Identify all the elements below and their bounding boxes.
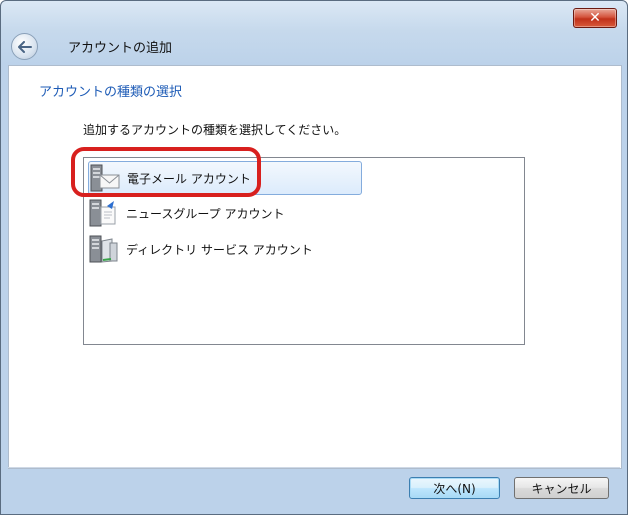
back-button[interactable] [11,33,38,60]
list-item-newsgroup-account[interactable]: ニュースグループ アカウント [88,197,285,229]
highlight-ring [71,147,261,197]
dialog-title: アカウントの追加 [68,41,173,56]
next-button[interactable]: 次へ(N) [409,477,500,499]
add-account-dialog: ✕ アカウントの追加 アカウントの種類の選択 追加するアカウントの種類を選択して… [0,0,628,515]
close-button[interactable]: ✕ [573,8,617,28]
close-icon[interactable]: ✕ [574,9,616,27]
newsgroup-account-icon [89,199,116,227]
section-title: アカウントの種類の選択 [39,85,183,100]
cancel-button[interactable]: キャンセル [514,477,609,499]
instruction-text: 追加するアカウントの種類を選択してください。 [83,123,347,137]
footer-divider [8,467,620,468]
directory-service-account-icon [89,235,118,263]
list-item-label: ニュースグループ アカウント [126,206,285,221]
list-item-directory-service-account[interactable]: ディレクトリ サービス アカウント [88,233,313,265]
list-item-label: ディレクトリ サービス アカウント [126,242,313,257]
back-arrow-icon [17,40,32,53]
